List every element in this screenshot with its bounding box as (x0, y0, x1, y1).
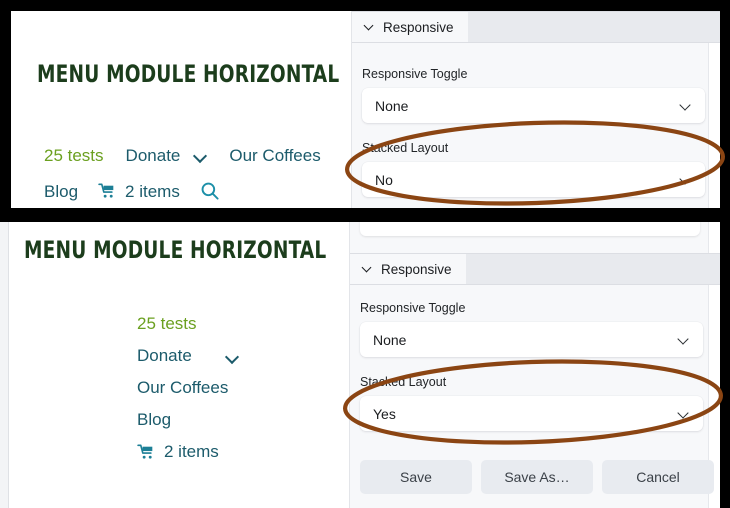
menu-item-donate[interactable]: Donate (137, 347, 239, 364)
site-menu-horizontal: 25 tests Donate Our Coffees Blog 2 items (44, 137, 334, 208)
menu-item-search[interactable] (200, 181, 220, 201)
select-value: None (375, 97, 409, 114)
menu-item-blog[interactable]: Blog (44, 183, 78, 200)
chevron-down-icon (680, 174, 692, 186)
chevron-down-icon (364, 22, 374, 32)
page-title: MENU MODULE HORIZONTAL (37, 60, 340, 88)
menu-item-label: Donate (125, 145, 181, 165)
site-preview-before: MENU MODULE HORIZONTAL 25 tests Donate O… (11, 11, 351, 208)
menu-item-blog[interactable]: Blog (137, 411, 239, 428)
chevron-down-icon (678, 334, 690, 346)
site-preview-after: MENU MODULE HORIZONTAL 25 tests Donate O… (9, 222, 349, 508)
select-value: Yes (373, 405, 396, 422)
menu-row: 25 tests Donate Our Coffees (44, 137, 334, 173)
field-label: Stacked Layout (362, 141, 449, 155)
section-header-responsive[interactable]: Responsive (350, 253, 720, 285)
field-label: Stacked Layout (360, 375, 447, 389)
screenshot-root: MENU MODULE HORIZONTAL 25 tests Donate O… (0, 0, 730, 508)
field-responsive-toggle: Responsive Toggle None (360, 301, 703, 357)
chevron-down-icon (226, 352, 239, 360)
section-title: Responsive (383, 19, 454, 35)
settings-panel-before: Responsive Responsive Toggle None Stacke… (351, 11, 720, 208)
chevron-down-icon (362, 264, 372, 274)
section-header-responsive[interactable]: Responsive (352, 11, 720, 43)
field-stacked-layout: Stacked Layout Yes (360, 375, 703, 431)
save-as-button[interactable]: Save As… (481, 460, 593, 494)
field-label: Responsive Toggle (360, 301, 466, 315)
menu-item-25-tests[interactable]: 25 tests (137, 315, 239, 332)
menu-item-label: Donate (137, 346, 192, 365)
section-title: Responsive (381, 261, 452, 277)
menu-item-label: 2 items (125, 181, 180, 201)
menu-item-label: Blog (137, 410, 172, 429)
panel-after: MENU MODULE HORIZONTAL 25 tests Donate O… (0, 222, 720, 508)
field-stacked-layout: Stacked Layout No (362, 141, 705, 197)
field-responsive-toggle: Responsive Toggle None (362, 67, 705, 123)
section-tab[interactable]: Responsive (352, 12, 468, 42)
menu-item-label: 25 tests (44, 145, 104, 165)
responsive-toggle-select[interactable]: None (360, 322, 703, 357)
menu-row: Blog 2 items (44, 173, 334, 208)
search-icon (200, 181, 220, 201)
menu-item-our-coffees[interactable]: Our Coffees (229, 147, 320, 164)
chevron-down-icon (678, 408, 690, 420)
menu-item-25-tests[interactable]: 25 tests (44, 147, 104, 164)
responsive-toggle-select[interactable]: None (362, 88, 705, 123)
chevron-down-icon (680, 100, 692, 112)
menu-item-our-coffees[interactable]: Our Coffees (137, 379, 239, 396)
cancel-button[interactable]: Cancel (602, 460, 714, 494)
select-value: None (373, 331, 407, 348)
menu-item-donate[interactable]: Donate (126, 147, 208, 164)
section-tab[interactable]: Responsive (350, 254, 466, 284)
settings-panel-after: Responsive Responsive Toggle None Stacke… (349, 222, 720, 508)
stacked-layout-select[interactable]: Yes (360, 396, 703, 431)
site-menu-vertical: 25 tests Donate Our Coffees Blog 2 items (137, 315, 239, 460)
page-title: MENU MODULE HORIZONTAL (24, 236, 327, 264)
form-actions: Save Save As… Cancel (360, 460, 714, 494)
menu-item-label: Our Coffees (137, 378, 229, 397)
editor-left-rail (0, 222, 9, 508)
menu-item-label: Blog (44, 181, 79, 201)
menu-item-cart[interactable]: 2 items (98, 183, 180, 200)
menu-item-label: Our Coffees (229, 145, 321, 165)
panel-before: MENU MODULE HORIZONTAL 25 tests Donate O… (11, 11, 720, 208)
chevron-down-icon (194, 151, 207, 159)
previous-field-partial[interactable] (360, 222, 700, 236)
save-button[interactable]: Save (360, 460, 472, 494)
stacked-layout-select[interactable]: No (362, 162, 705, 197)
select-value: No (375, 171, 393, 188)
menu-item-label: 25 tests (137, 314, 197, 333)
cart-icon (98, 183, 117, 199)
menu-item-label: 2 items (164, 442, 219, 461)
menu-item-cart[interactable]: 2 items (137, 443, 239, 460)
panel-divider (0, 208, 730, 222)
field-label: Responsive Toggle (362, 67, 468, 81)
cart-icon (137, 444, 156, 460)
